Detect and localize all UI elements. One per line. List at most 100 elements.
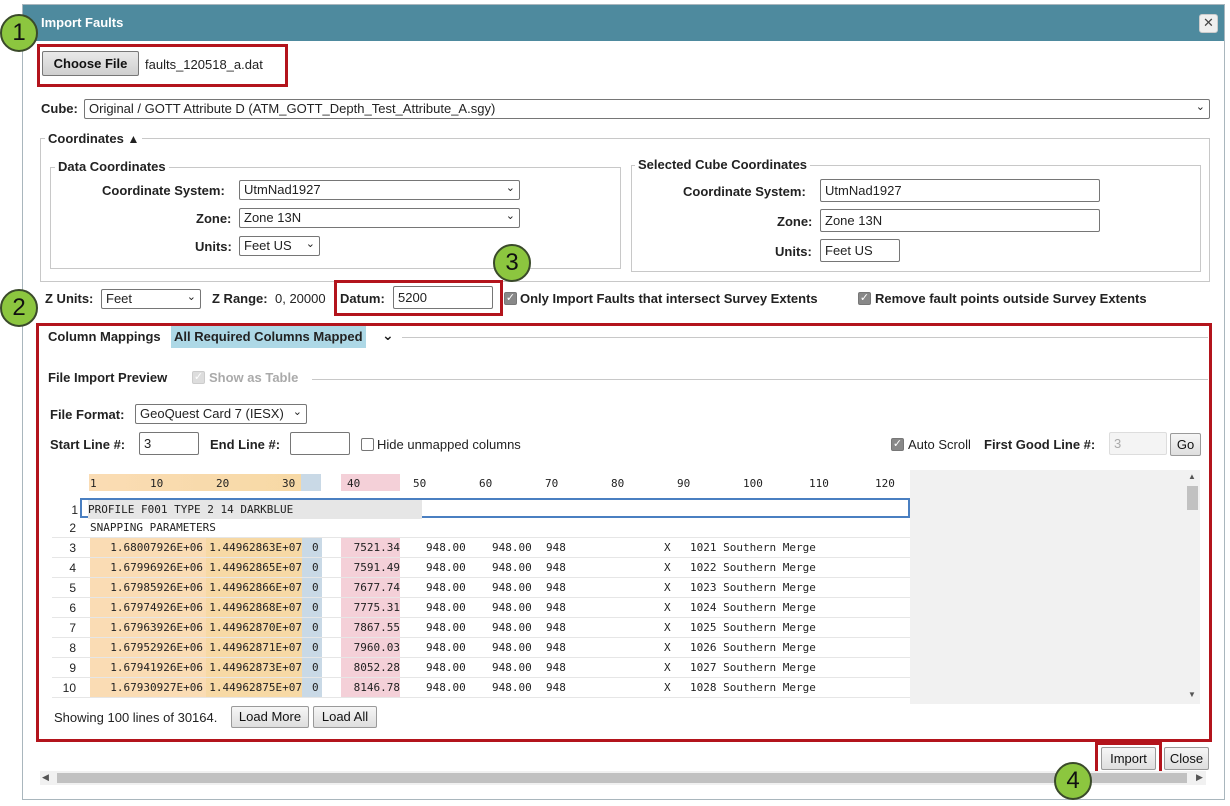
cube-select[interactable]: Original / GOTT Attribute D (ATM_GOTT_De… xyxy=(84,99,1210,119)
end-line-field[interactable] xyxy=(290,432,350,455)
hide-unmapped-checkbox[interactable] xyxy=(361,438,374,451)
scroll-hthumb[interactable] xyxy=(57,773,1187,783)
table-cell: 1.67974926E+06 xyxy=(90,598,206,617)
remove-points-label: Remove fault points outside Survey Exten… xyxy=(875,291,1147,306)
table-cell: PROFILE F001 TYPE 2 14 DARKBLUE xyxy=(88,500,422,519)
table-cell: X xyxy=(664,641,671,654)
scroll-up-icon[interactable]: ▲ xyxy=(1188,472,1196,481)
end-line-label: End Line #: xyxy=(210,437,281,452)
data-cs-value: UtmNad1927 xyxy=(244,182,321,197)
start-line-label: Start Line #: xyxy=(50,437,126,452)
table-cell: 1027 Southern Merge xyxy=(690,661,816,674)
go-button[interactable]: Go xyxy=(1170,433,1201,456)
ruler-tick: 10 xyxy=(150,477,164,490)
close-button[interactable]: Close xyxy=(1164,747,1209,770)
table-row: 3 1.68007926E+06 1.44962863E+07 0 7521.34 948… xyxy=(52,538,910,558)
table-cell: 948.00 xyxy=(426,581,466,594)
callout-1: 1 xyxy=(0,14,38,52)
load-all-button[interactable]: Load All xyxy=(313,706,377,728)
table-cell: X xyxy=(664,601,671,614)
table-cell: 1.44962871E+07 xyxy=(206,638,302,657)
table-row: 2 SNAPPING PARAMETERS xyxy=(52,518,910,538)
cube-zone-label: Zone: xyxy=(777,214,813,229)
ruler-tick: 70 xyxy=(545,477,559,490)
ruler-tick: 110 xyxy=(809,477,829,490)
table-cell: SNAPPING PARAMETERS xyxy=(90,521,216,534)
line-number: 1 xyxy=(71,503,78,517)
table-cell: X xyxy=(664,541,671,554)
vertical-scrollbar[interactable]: ▲ ▼ xyxy=(1185,470,1200,704)
show-table-checkbox: ✓ xyxy=(192,371,205,384)
table-cell: X xyxy=(664,661,671,674)
table-cell: 948.00 xyxy=(426,541,466,554)
table-cell: 1.44962863E+07 xyxy=(206,538,302,557)
table-cell: 7775.31 xyxy=(341,598,400,617)
horizontal-scrollbar[interactable]: ◀ ▶ xyxy=(40,771,1206,785)
chevron-down-icon: ⌄ xyxy=(1195,101,1205,113)
table-cell: 948.00 xyxy=(426,561,466,574)
line-number: 4 xyxy=(69,561,76,575)
table-cell: 948 xyxy=(546,561,566,574)
scroll-left-icon[interactable]: ◀ xyxy=(42,772,49,783)
first-good-label: First Good Line #: xyxy=(984,437,1096,452)
showing-count: Showing 100 lines of 30164. xyxy=(54,710,218,725)
column-mappings-label: Column Mappings xyxy=(48,329,161,344)
callout-3: 3 xyxy=(493,244,531,282)
line-number: 6 xyxy=(69,601,76,615)
table-cell: 1.44962870E+07 xyxy=(206,618,302,637)
file-format-select[interactable]: GeoQuest Card 7 (IESX) ⌄ xyxy=(135,404,307,424)
table-cell: 948.00 xyxy=(426,621,466,634)
chevron-down-icon[interactable]: ⌄ xyxy=(382,327,394,344)
table-cell: 7521.34 xyxy=(341,538,400,557)
scroll-right-icon[interactable]: ▶ xyxy=(1196,772,1203,783)
cube-units-field[interactable]: Feet US xyxy=(820,239,900,262)
line-number: 2 xyxy=(69,521,76,535)
table-row: 5 1.67985926E+06 1.44962866E+07 0 7677.74 948… xyxy=(52,578,910,598)
chevron-down-icon: ⌄ xyxy=(505,182,515,194)
table-cell: 0 xyxy=(302,658,322,677)
import-button[interactable]: Import xyxy=(1101,747,1156,770)
auto-scroll-checkbox[interactable]: ✓ xyxy=(891,438,904,451)
table-row: 9 1.67941926E+06 1.44962873E+07 0 8052.28 948… xyxy=(52,658,910,678)
cube-zone-field[interactable]: Zone 13N xyxy=(820,209,1100,232)
table-cell: 0 xyxy=(302,558,322,577)
chevron-down-icon: ⌄ xyxy=(292,406,302,418)
ruler-tick: 90 xyxy=(677,477,691,490)
cube-coordinates-legend: Selected Cube Coordinates xyxy=(635,157,811,172)
data-zone-label: Zone: xyxy=(196,211,232,226)
data-zone-select[interactable]: Zone 13N ⌄ xyxy=(239,208,520,228)
data-cs-select[interactable]: UtmNad1927 ⌄ xyxy=(239,180,520,200)
remove-points-checkbox[interactable]: ✓ xyxy=(858,292,871,305)
table-cell: 948 xyxy=(546,581,566,594)
close-icon[interactable]: ✕ xyxy=(1199,14,1218,33)
data-units-label: Units: xyxy=(195,239,232,254)
start-line-field[interactable]: 3 xyxy=(139,432,199,455)
datum-field[interactable]: 5200 xyxy=(393,286,493,309)
cube-cs-field[interactable]: UtmNad1927 xyxy=(820,179,1100,202)
scroll-thumb[interactable] xyxy=(1187,486,1198,510)
load-more-button[interactable]: Load More xyxy=(231,706,309,728)
table-cell: 948.00 xyxy=(492,621,532,634)
coordinates-legend[interactable]: Coordinates ▲ xyxy=(45,131,143,146)
table-cell: 948.00 xyxy=(426,601,466,614)
cube-select-value: Original / GOTT Attribute D (ATM_GOTT_De… xyxy=(89,101,496,116)
data-units-select[interactable]: Feet US ⌄ xyxy=(239,236,320,256)
ruler-tick: 50 xyxy=(413,477,427,490)
table-cell: 1023 Southern Merge xyxy=(690,581,816,594)
ruler-tick: 100 xyxy=(743,477,763,490)
scroll-down-icon[interactable]: ▼ xyxy=(1188,690,1196,699)
datum-label: Datum: xyxy=(340,291,385,306)
choose-file-button[interactable]: Choose File xyxy=(42,51,139,76)
zunits-select[interactable]: Feet ⌄ xyxy=(101,289,201,309)
table-cell: 1.68007926E+06 xyxy=(90,538,206,557)
file-name: faults_120518_a.dat xyxy=(145,57,263,72)
table-cell: 1.67996926E+06 xyxy=(90,558,206,577)
line-number: 9 xyxy=(69,661,76,675)
table-cell: 948.00 xyxy=(492,601,532,614)
chevron-up-icon[interactable]: ▲ xyxy=(127,132,139,146)
only-import-checkbox[interactable]: ✓ xyxy=(504,292,517,305)
table-cell: 1025 Southern Merge xyxy=(690,621,816,634)
table-cell: 0 xyxy=(302,618,322,637)
table-row: 10 1.67930927E+06 1.44962875E+07 0 8146.78 94… xyxy=(52,678,910,698)
table-cell: 8052.28 xyxy=(341,658,400,677)
